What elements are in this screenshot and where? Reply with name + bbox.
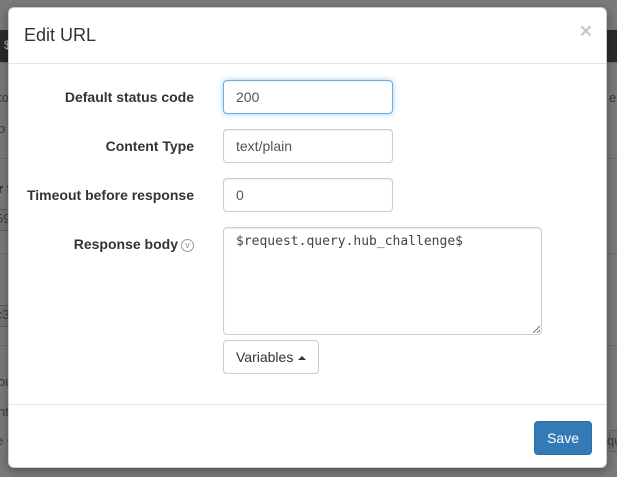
- edit-url-dialog: Edit URL × Default status code Content T…: [8, 7, 607, 468]
- background-text: qu: [607, 433, 617, 448]
- variables-button-label: Variables: [236, 349, 294, 365]
- background-text: e: [609, 90, 617, 105]
- background-text: o: [0, 121, 6, 136]
- response-body-label: Response body: [73, 236, 178, 252]
- variables-dropdown-button[interactable]: Variables: [223, 340, 320, 374]
- response-body-label-group: Response body v: [74, 236, 194, 252]
- response-body-textarea[interactable]: $request.query.hub_challenge$: [223, 227, 542, 335]
- dialog-footer: Save: [9, 404, 606, 467]
- dialog-title: Edit URL: [24, 25, 97, 45]
- help-icon[interactable]: v: [181, 239, 194, 252]
- timeout-label: Timeout before response: [26, 187, 194, 203]
- resize-grip-icon[interactable]: [532, 325, 540, 333]
- status-code-input[interactable]: [223, 80, 393, 114]
- timeout-input[interactable]: [223, 178, 393, 212]
- caret-up-icon: [298, 356, 307, 360]
- close-icon[interactable]: ×: [580, 21, 592, 42]
- dialog-header: Edit URL ×: [9, 8, 606, 64]
- content-type-label: Content Type: [105, 138, 194, 154]
- save-button[interactable]: Save: [534, 421, 592, 455]
- status-code-label: Default status code: [64, 89, 194, 105]
- content-type-input[interactable]: [223, 129, 393, 163]
